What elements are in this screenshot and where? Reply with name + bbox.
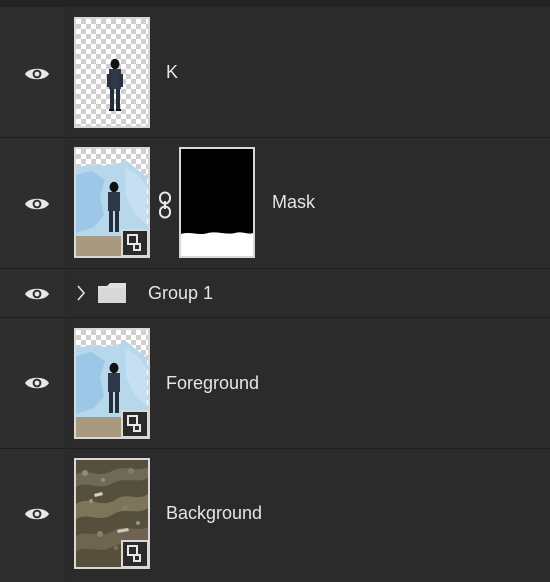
eye-icon[interactable] (24, 375, 50, 391)
layer-row-foreground[interactable]: Foreground (0, 318, 550, 449)
link-icon[interactable] (156, 191, 174, 219)
person-cutout-image (107, 58, 123, 111)
layer-name-background[interactable]: Background (166, 503, 262, 524)
layer-thumbnail-foreground[interactable] (74, 328, 150, 439)
layer-name-group-1[interactable]: Group 1 (148, 283, 213, 304)
layer-row-k[interactable]: K (0, 7, 550, 138)
eye-icon[interactable] (24, 286, 50, 302)
layer-row-mask[interactable]: Mask (0, 138, 550, 269)
smart-object-icon (121, 540, 148, 567)
eye-icon[interactable] (24, 196, 50, 212)
layer-thumbnail-background[interactable] (74, 458, 150, 569)
layer-row-background[interactable]: Background (0, 449, 550, 582)
eye-icon[interactable] (24, 66, 50, 82)
smart-object-icon (121, 229, 148, 256)
layer-row-group-1[interactable]: Group 1 (0, 269, 550, 318)
layer-thumbnail-mask[interactable] (74, 147, 150, 258)
layers-panel: K Mask Group 1 Foreground Background (0, 0, 550, 582)
layer-name-mask[interactable]: Mask (272, 192, 315, 213)
layer-name-foreground[interactable]: Foreground (166, 373, 259, 394)
layer-thumbnail-k[interactable] (74, 17, 150, 128)
folder-icon (98, 283, 126, 303)
chevron-right-icon[interactable] (76, 284, 86, 302)
layer-mask-thumbnail[interactable] (179, 147, 255, 258)
smart-object-icon (121, 410, 148, 437)
panel-top-edge (0, 0, 550, 7)
mask-image (181, 149, 253, 256)
eye-icon[interactable] (24, 506, 50, 522)
layer-name-k[interactable]: K (166, 62, 178, 83)
